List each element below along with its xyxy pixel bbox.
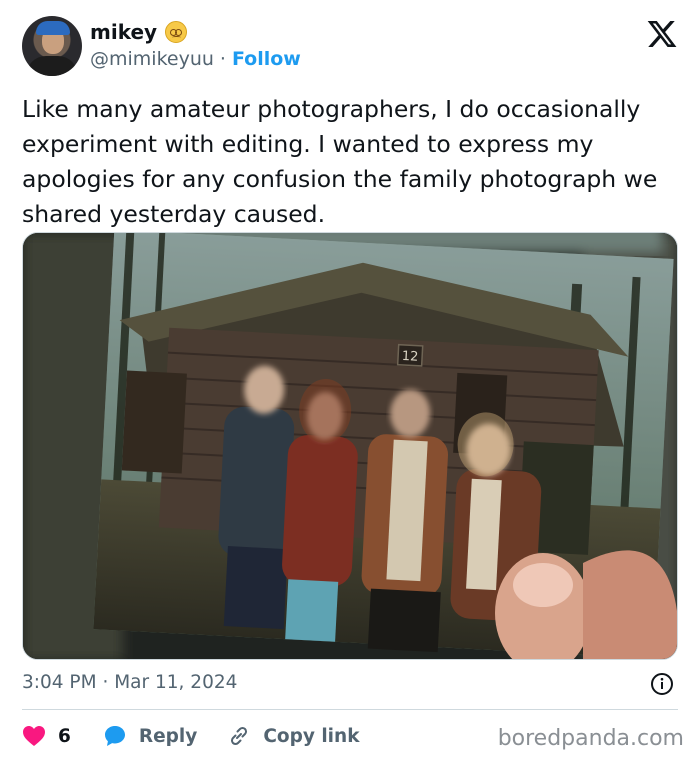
reply-label: Reply (138, 725, 198, 747)
meta-separator: · (102, 672, 109, 693)
copy-link-label: Copy link (263, 725, 360, 747)
tweet-time[interactable]: 3:04 PM (22, 672, 97, 693)
watermark: boredpanda.com (497, 726, 684, 751)
photo-illustration: 12 (23, 233, 677, 659)
heart-icon (23, 726, 45, 746)
link-icon (231, 726, 248, 746)
handle-row: @mimikeyuu · Follow (90, 48, 301, 70)
tweet-photo[interactable]: 12 (22, 232, 678, 660)
info-icon[interactable] (650, 672, 674, 696)
divider (22, 709, 678, 710)
thumb (495, 550, 677, 659)
x-logo-icon[interactable] (646, 18, 678, 50)
woozy-face-emoji-icon (165, 21, 188, 43)
tweet-date[interactable]: Mar 11, 2024 (114, 672, 237, 693)
action-bar: 6 Reply Copy link (22, 720, 360, 752)
speech-bubble-icon (104, 726, 125, 746)
reply-button[interactable]: Reply (103, 724, 197, 748)
like-count: 6 (58, 725, 71, 747)
like-button[interactable]: 6 (22, 725, 71, 747)
tweet-text: Like many amateur photographers, I do oc… (22, 95, 658, 228)
follow-button[interactable]: Follow (232, 48, 301, 70)
cabin-number: 12 (401, 349, 418, 365)
user-handle[interactable]: @mimikeyuu (90, 48, 214, 70)
copy-link-button[interactable]: Copy link (227, 724, 360, 748)
tweet-header: mikey @mimikeyuu · Follow (22, 16, 682, 78)
display-name[interactable]: mikey (90, 20, 157, 44)
name-row: mikey (90, 20, 188, 44)
separator: · (219, 48, 226, 70)
avatar[interactable] (22, 16, 82, 76)
tweet-meta: 3:04 PM · Mar 11, 2024 (22, 672, 678, 698)
